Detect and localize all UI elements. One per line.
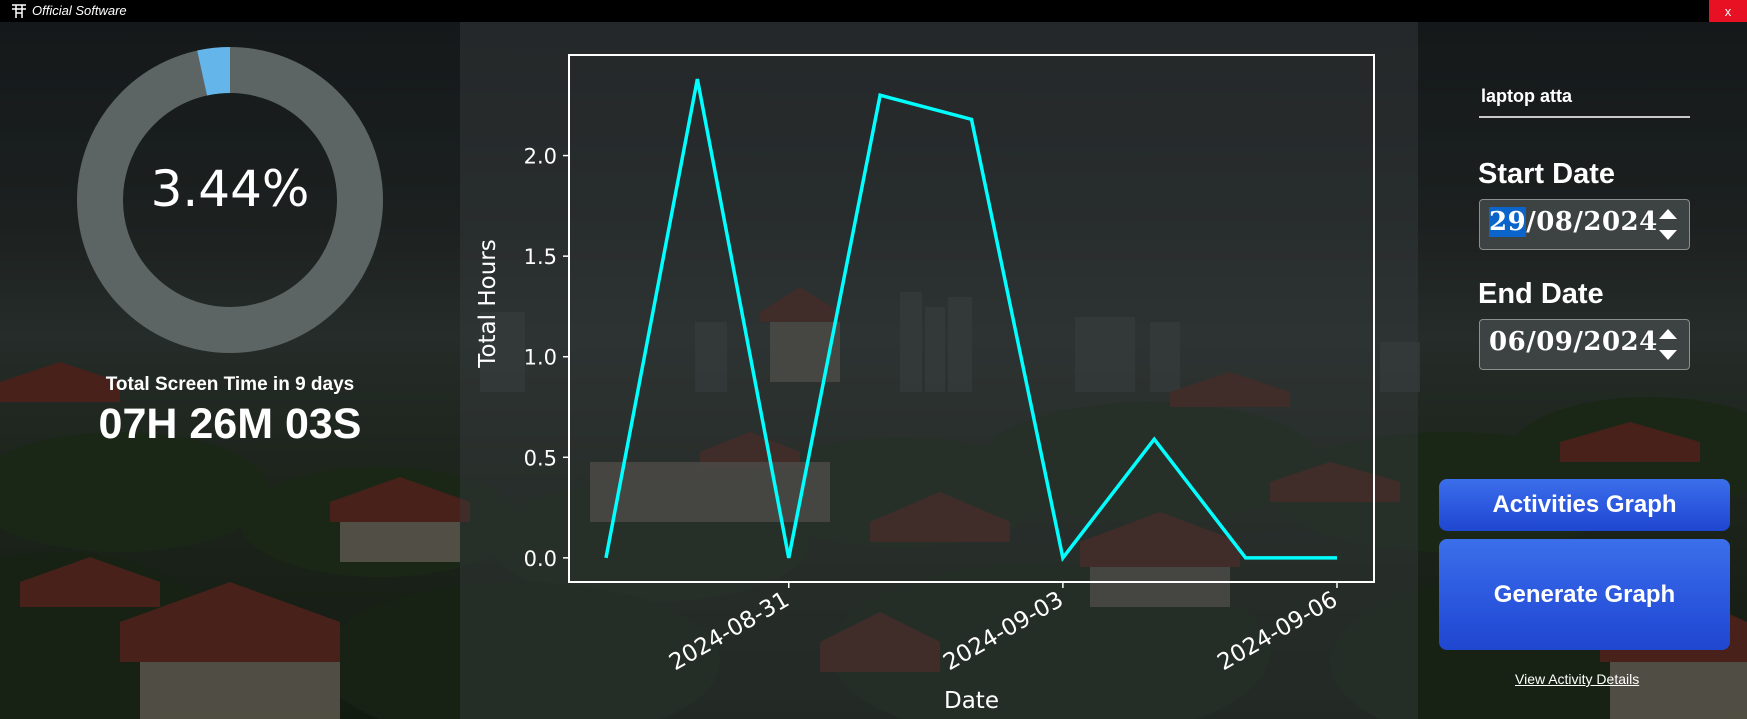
donut-usage-slice bbox=[197, 47, 231, 96]
x-tick-label: 2024-08-31 bbox=[665, 587, 794, 676]
chart-panel: 0.0 0.5 1.0 1.5 2.0 2024-08-31 2024-09-03 2024-… bbox=[460, 22, 1418, 719]
app-logo-icon bbox=[12, 4, 26, 18]
window-title: Official Software bbox=[32, 3, 127, 18]
arrow-up-icon bbox=[1659, 209, 1677, 219]
x-tick-label: 2024-09-06 bbox=[1213, 587, 1342, 676]
end-date-value[interactable]: 06/09/2024 bbox=[1489, 327, 1658, 357]
arrow-down-icon bbox=[1659, 230, 1677, 240]
start-date-year[interactable]: 2024 bbox=[1583, 207, 1657, 237]
end-date-month[interactable]: 09 bbox=[1536, 327, 1573, 357]
view-activity-details-link[interactable]: View Activity Details bbox=[1515, 671, 1639, 687]
y-axis-label: Total Hours bbox=[475, 239, 501, 368]
series-line bbox=[604, 78, 1337, 562]
start-date-day[interactable]: 29 bbox=[1489, 207, 1527, 237]
screen-time-label: Total Screen Time in 9 days bbox=[105, 374, 355, 395]
end-date-year[interactable]: 2024 bbox=[1583, 327, 1657, 357]
y-tick-label: 1.0 bbox=[524, 346, 557, 370]
usage-percentage: 3.44% bbox=[150, 160, 310, 218]
end-date-increment-button[interactable] bbox=[1657, 326, 1679, 342]
close-button[interactable]: x bbox=[1709, 0, 1747, 22]
end-date-label: End Date bbox=[1478, 278, 1604, 310]
end-date-picker[interactable]: 06/09/2024 bbox=[1479, 319, 1690, 370]
hours-line-chart: 0.0 0.5 1.0 1.5 2.0 2024-08-31 2024-09-03 2024-… bbox=[475, 54, 1375, 714]
start-date-decrement-button[interactable] bbox=[1657, 227, 1679, 243]
y-tick-label: 1.5 bbox=[524, 245, 557, 269]
y-tick-label: 0.0 bbox=[524, 547, 557, 571]
x-tick-label: 2024-09-03 bbox=[939, 587, 1068, 676]
start-date-month[interactable]: 08 bbox=[1536, 207, 1573, 237]
generate-graph-button[interactable]: Generate Graph bbox=[1439, 539, 1730, 650]
username-underline bbox=[1479, 116, 1690, 118]
arrow-up-icon bbox=[1659, 329, 1677, 339]
end-date-decrement-button[interactable] bbox=[1657, 347, 1679, 363]
start-date-label: Start Date bbox=[1478, 158, 1615, 190]
start-date-picker[interactable]: 29/08/2024 bbox=[1479, 199, 1690, 250]
title-bar: Official Software x bbox=[0, 0, 1747, 22]
x-axis-label: Date bbox=[944, 688, 999, 714]
screen-time-total: 07H 26M 03S bbox=[98, 400, 362, 448]
start-date-increment-button[interactable] bbox=[1657, 206, 1679, 222]
arrow-down-icon bbox=[1659, 350, 1677, 360]
plot-frame bbox=[568, 54, 1375, 583]
y-tick-label: 0.5 bbox=[524, 446, 557, 470]
start-date-value[interactable]: 29/08/2024 bbox=[1489, 207, 1658, 237]
end-date-day[interactable]: 06 bbox=[1489, 327, 1526, 357]
activities-graph-button[interactable]: Activities Graph bbox=[1439, 479, 1730, 531]
y-tick-label: 2.0 bbox=[524, 145, 557, 169]
username-field[interactable]: laptop atta bbox=[1481, 86, 1689, 107]
